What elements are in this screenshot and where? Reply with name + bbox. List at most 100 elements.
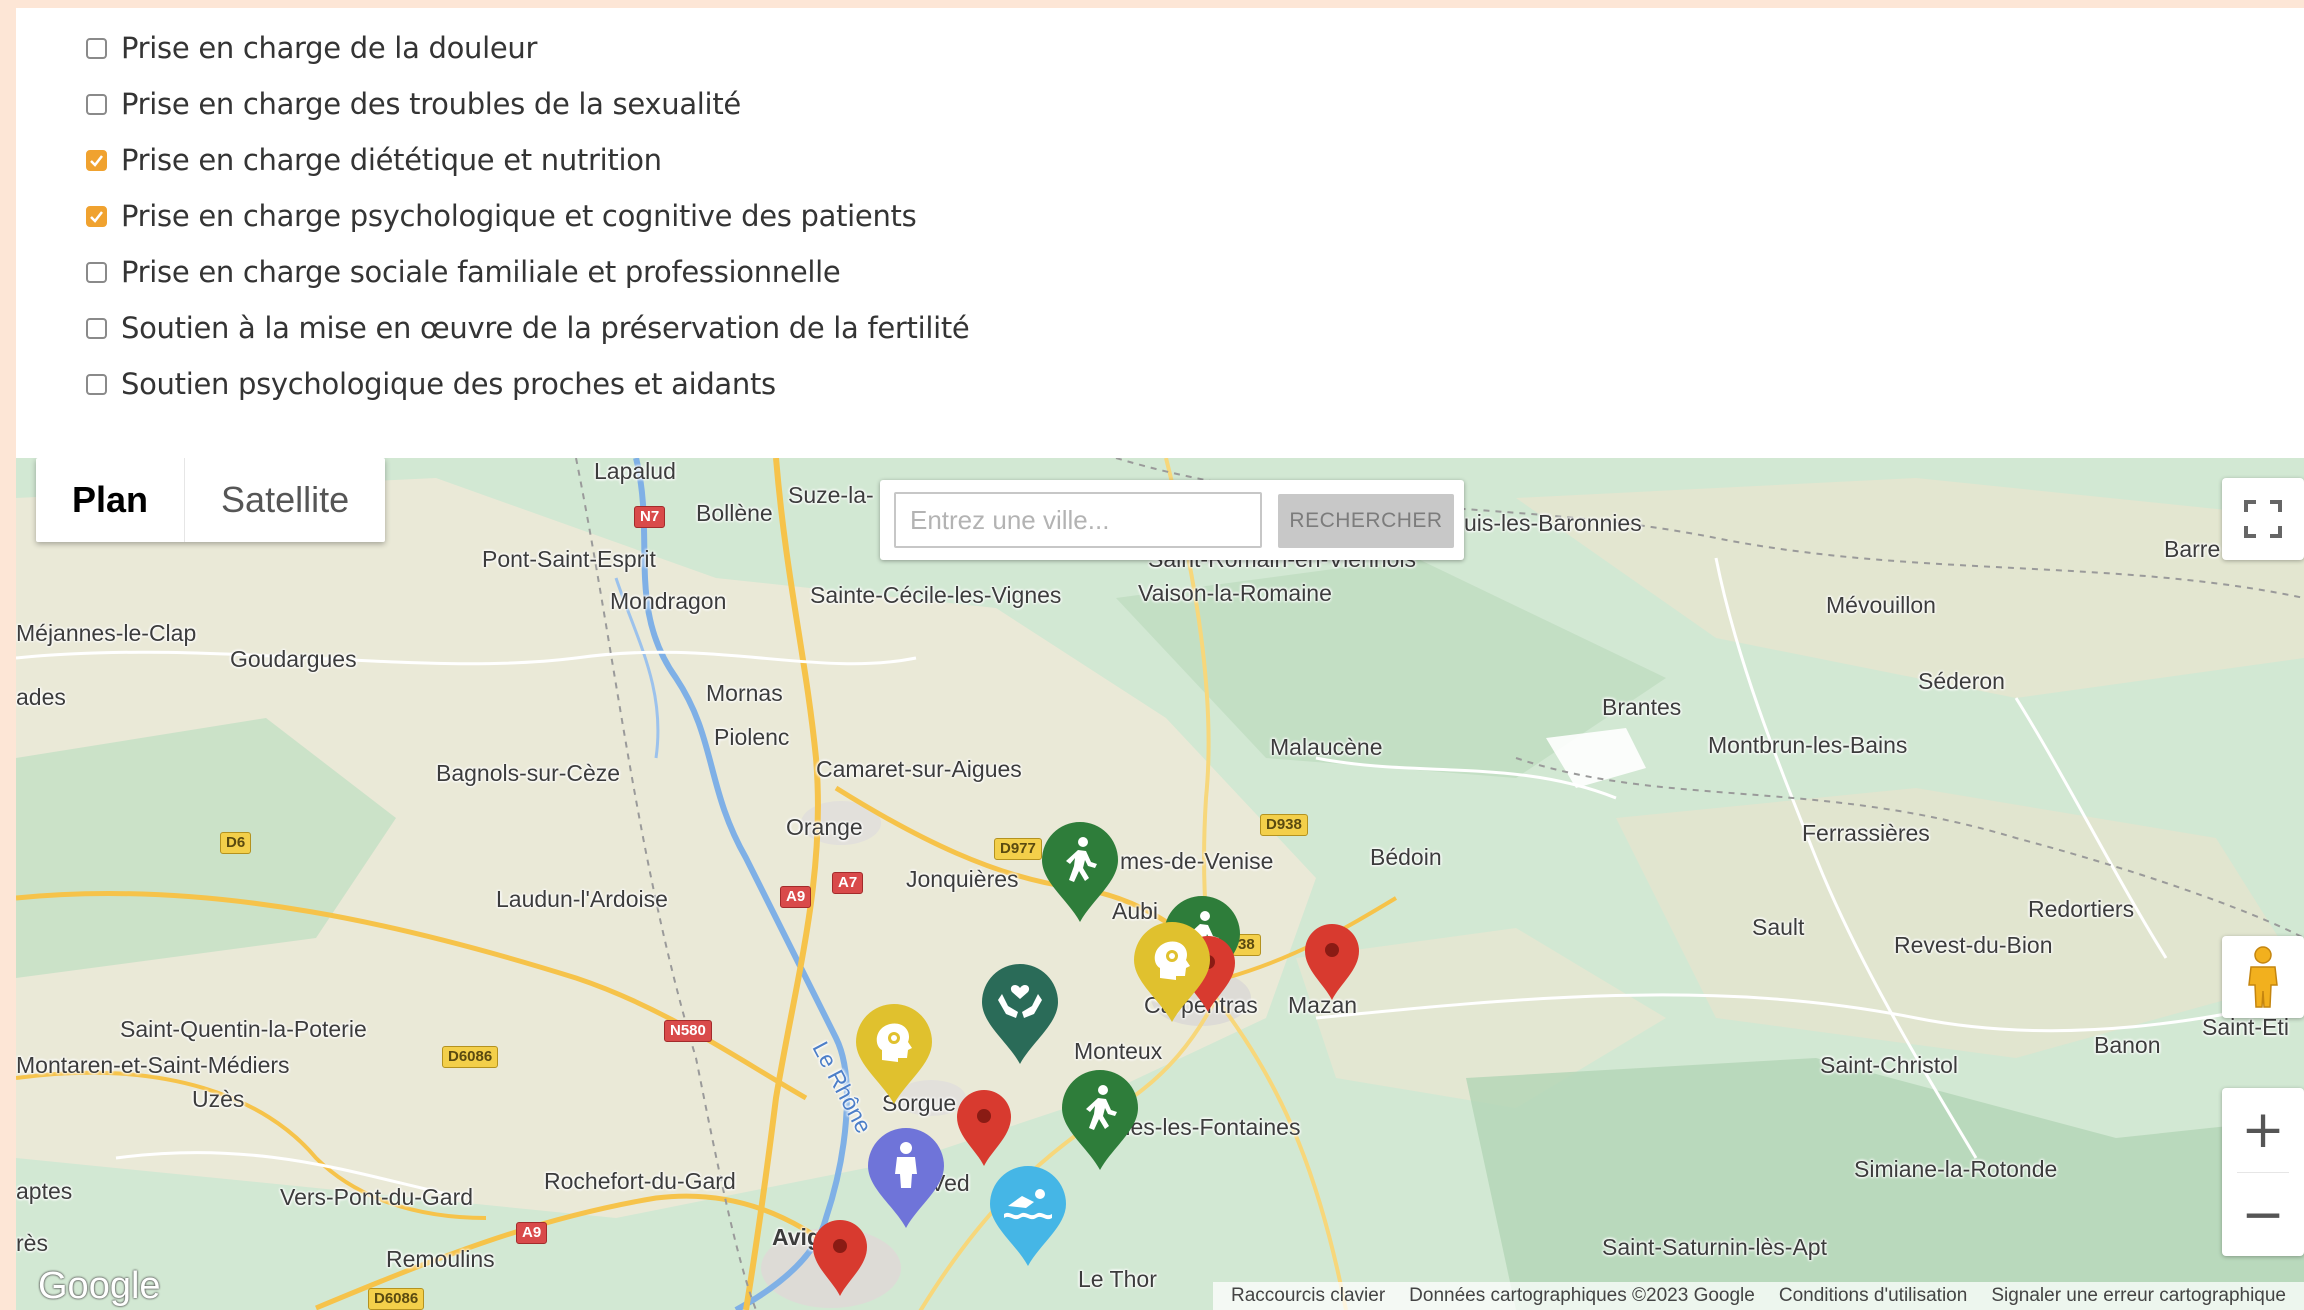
place-label: Mornas — [706, 680, 783, 706]
map-type-plan-button[interactable]: Plan — [36, 458, 184, 542]
keyboard-shortcuts-link[interactable]: Raccourcis clavier — [1219, 1285, 1397, 1307]
filter-checkbox[interactable] — [86, 37, 107, 59]
place-label: Bollène — [696, 500, 773, 526]
filter-checkbox[interactable] — [86, 317, 107, 339]
marker-support[interactable] — [978, 962, 1062, 1066]
place-label: Séderon — [1918, 668, 2005, 694]
place-label: Saint-Christol — [1820, 1052, 1959, 1078]
place-label: Saint-Eti — [2202, 1014, 2289, 1040]
place-label: Camaret-sur-Aigues — [816, 756, 1022, 782]
place-label: uis-les-Baronnies — [1464, 510, 1642, 536]
place-label: Rochefort-du-Gard — [544, 1168, 736, 1194]
place-label: Sainte-Cécile-les-Vignes — [810, 582, 1062, 608]
place-label: Le Thor — [1078, 1266, 1157, 1292]
zoom-control: + − — [2222, 1088, 2304, 1256]
place-label: Vers-Pont-du-Gard — [280, 1184, 474, 1210]
fullscreen-icon — [2244, 500, 2282, 538]
filter-item-fertilite[interactable]: Soutien à la mise en œuvre de la préserv… — [86, 300, 970, 356]
report-error-link[interactable]: Signaler une erreur cartographique — [1979, 1285, 2298, 1307]
place-label: Barre — [2164, 536, 2221, 562]
filter-label: Prise en charge de la douleur — [121, 31, 538, 65]
filter-label: Prise en charge diététique et nutrition — [121, 143, 662, 177]
road-shield: A9 — [780, 886, 812, 908]
filter-label: Prise en charge psychologique et cogniti… — [121, 199, 917, 233]
place-label: Jonquières — [906, 866, 1019, 892]
filter-checkbox[interactable] — [86, 93, 107, 115]
marker-psychology[interactable] — [1130, 920, 1214, 1024]
pin-dot-icon — [977, 1109, 991, 1123]
road-shield: D6086 — [442, 1046, 499, 1068]
filter-item-psychologique[interactable]: Prise en charge psychologique et cogniti… — [86, 188, 917, 244]
pegman-icon — [2248, 946, 2278, 1008]
marker-swimming[interactable] — [986, 1164, 1070, 1268]
filter-label: Prise en charge des troubles de la sexua… — [121, 87, 741, 121]
filter-checkbox[interactable] — [86, 373, 107, 395]
place-label: Montbrun-les-Bains — [1708, 732, 1908, 758]
place-label: Sault — [1752, 914, 1805, 940]
city-search-input[interactable] — [894, 492, 1262, 548]
filter-item-proches[interactable]: Soutien psychologique des proches et aid… — [86, 356, 776, 412]
zoom-out-button[interactable]: − — [2222, 1173, 2304, 1256]
place-label: Laudun-l'Ardoise — [496, 886, 668, 912]
place-label: Mévouillon — [1826, 592, 1936, 618]
filter-item-dietetique[interactable]: Prise en charge diététique et nutrition — [86, 132, 662, 188]
place-label: Piolenc — [714, 724, 790, 750]
marker-psychology[interactable] — [852, 1002, 936, 1106]
filter-item-sociale[interactable]: Prise en charge sociale familiale et pro… — [86, 244, 841, 300]
place-label: Montaren-et-Saint-Médiers — [16, 1052, 290, 1078]
place-label: Bédoin — [1370, 844, 1442, 870]
road-shield: D977 — [994, 838, 1042, 860]
filter-label: Soutien à la mise en œuvre de la préserv… — [121, 311, 970, 345]
place-label: Saint-Quentin-la-Poterie — [120, 1016, 367, 1042]
map-type-satellite-button[interactable]: Satellite — [185, 458, 385, 542]
road-shield: N7 — [634, 506, 666, 528]
place-label: Suze-la- — [788, 482, 874, 508]
place-label: Brantes — [1602, 694, 1682, 720]
map[interactable]: Lapalud Bollène Suze-la- uis-les-Baronni… — [16, 458, 2304, 1310]
place-label: Saint-Saturnin-lès-Apt — [1602, 1234, 1827, 1260]
pin-dot-icon — [833, 1239, 847, 1253]
place-label: Méjannes-le-Clap — [16, 620, 197, 646]
place-label: Malaucène — [1270, 734, 1383, 760]
place-label: Simiane-la-Rotonde — [1854, 1156, 2058, 1182]
marker-pin[interactable] — [1302, 922, 1362, 1002]
place-label: rès — [16, 1230, 48, 1256]
filter-checkbox[interactable] — [86, 205, 107, 227]
road-shield: N580 — [664, 1020, 712, 1042]
place-label: Uzès — [192, 1086, 245, 1112]
marker-walking[interactable] — [1038, 820, 1122, 924]
map-type-control: Plan Satellite — [36, 458, 386, 542]
terms-link[interactable]: Conditions d'utilisation — [1767, 1285, 1979, 1307]
place-label: Goudargues — [230, 646, 357, 672]
place-label: Bagnols-sur-Cèze — [436, 760, 621, 786]
marker-walking[interactable] — [1058, 1068, 1142, 1172]
road-shield: D6 — [220, 832, 252, 854]
marker-person[interactable] — [864, 1126, 948, 1230]
filter-label: Prise en charge sociale familiale et pro… — [121, 255, 841, 289]
marker-pin[interactable] — [954, 1088, 1014, 1168]
map-attribution: Raccourcis clavier Données cartographiqu… — [1213, 1282, 2304, 1310]
filter-checkbox[interactable] — [86, 261, 107, 283]
place-label: Vaison-la-Romaine — [1138, 580, 1332, 606]
filter-panel: Prise en charge de la douleur Prise en c… — [16, 8, 2304, 458]
place-label: Banon — [2094, 1032, 2161, 1058]
road-shield: D6086 — [368, 1288, 425, 1310]
google-logo: Google — [38, 1265, 161, 1307]
street-view-pegman[interactable] — [2222, 936, 2304, 1018]
place-label: mes-de-Venise — [1120, 848, 1274, 874]
zoom-in-button[interactable]: + — [2222, 1088, 2304, 1172]
marker-pin[interactable] — [810, 1218, 870, 1298]
search-button[interactable]: RECHERCHER — [1278, 494, 1454, 548]
place-label: Orange — [786, 814, 863, 840]
road-shield: D938 — [1260, 814, 1308, 836]
road-shield: A9 — [516, 1222, 548, 1244]
road-shield: A7 — [832, 872, 864, 894]
filter-item-sexualite[interactable]: Prise en charge des troubles de la sexua… — [86, 76, 741, 132]
fullscreen-button[interactable] — [2222, 478, 2304, 560]
place-label: Remoulins — [386, 1246, 495, 1272]
place-label: Redortiers — [2028, 896, 2135, 922]
filter-item-douleur[interactable]: Prise en charge de la douleur — [86, 20, 537, 76]
place-label: aptes — [16, 1178, 73, 1204]
filter-checkbox[interactable] — [86, 149, 107, 171]
place-label: Ferrassières — [1802, 820, 1930, 846]
